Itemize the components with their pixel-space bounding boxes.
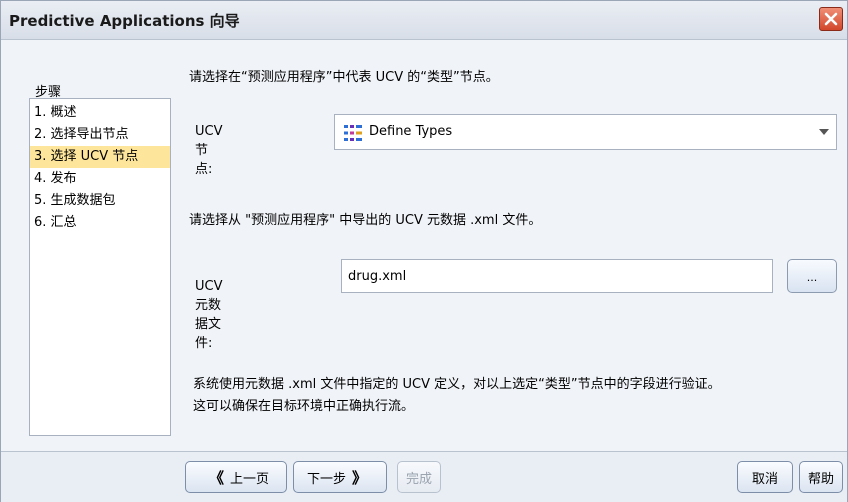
double-chevron-left-icon: 《 bbox=[208, 468, 224, 487]
double-chevron-right-icon: 》 bbox=[352, 468, 368, 487]
button-bar: 《 上一页 下一步 》 完成 取消 帮助 bbox=[1, 451, 847, 502]
step-generate-package[interactable]: 5. 生成数据包 bbox=[30, 190, 170, 212]
step-select-ucv-node[interactable]: 3. 选择 UCV 节点 bbox=[30, 146, 170, 168]
chevron-down-icon bbox=[819, 129, 829, 135]
ucv-node-label: UCV 节点: bbox=[195, 124, 223, 177]
steps-list: 1. 概述 2. 选择导出节点 3. 选择 UCV 节点 4. 发布 5. 生成… bbox=[29, 98, 171, 436]
next-label: 下一步 bbox=[306, 471, 346, 487]
browse-button[interactable]: ... bbox=[787, 259, 837, 293]
finish-button[interactable]: 完成 bbox=[397, 461, 441, 493]
note-line-2: 这可以确保在目标环境中正确执行流。 bbox=[193, 399, 415, 414]
metadata-instruction: 请选择从 "预测应用程序" 中导出的 UCV 元数据 .xml 文件。 bbox=[189, 213, 542, 228]
back-label: 上一页 bbox=[230, 471, 270, 487]
step-publish[interactable]: 4. 发布 bbox=[30, 168, 170, 190]
dropdown-toggle[interactable] bbox=[812, 115, 836, 149]
help-button[interactable]: 帮助 bbox=[799, 461, 843, 493]
back-button[interactable]: 《 上一页 bbox=[185, 461, 287, 493]
close-button[interactable] bbox=[819, 7, 843, 31]
window-title: Predictive Applications 向导 bbox=[9, 12, 240, 30]
ucv-node-select[interactable]: Define Types bbox=[334, 114, 837, 150]
next-button[interactable]: 下一步 》 bbox=[293, 461, 387, 493]
ucv-node-value: Define Types bbox=[369, 124, 453, 139]
step-overview[interactable]: 1. 概述 bbox=[30, 102, 170, 124]
validation-note: 系统使用元数据 .xml 文件中指定的 UCV 定义，对以上选定“类型”节点中的… bbox=[193, 374, 721, 418]
step-select-export-node[interactable]: 2. 选择导出节点 bbox=[30, 124, 170, 146]
title-bar: Predictive Applications 向导 bbox=[1, 1, 847, 40]
metadata-file-label: UCV 元数据文件: bbox=[195, 279, 223, 351]
cancel-button[interactable]: 取消 bbox=[737, 461, 793, 493]
close-icon bbox=[824, 12, 838, 26]
type-node-icon bbox=[344, 125, 362, 141]
ucv-node-instruction: 请选择在“预测应用程序”中代表 UCV 的“类型”节点。 bbox=[189, 70, 499, 85]
metadata-file-input[interactable] bbox=[341, 259, 773, 293]
step-summary[interactable]: 6. 汇总 bbox=[30, 212, 170, 234]
wizard-window: Predictive Applications 向导 步骤 1. 概述 2. 选… bbox=[0, 0, 848, 502]
note-line-1: 系统使用元数据 .xml 文件中指定的 UCV 定义，对以上选定“类型”节点中的… bbox=[193, 377, 721, 392]
